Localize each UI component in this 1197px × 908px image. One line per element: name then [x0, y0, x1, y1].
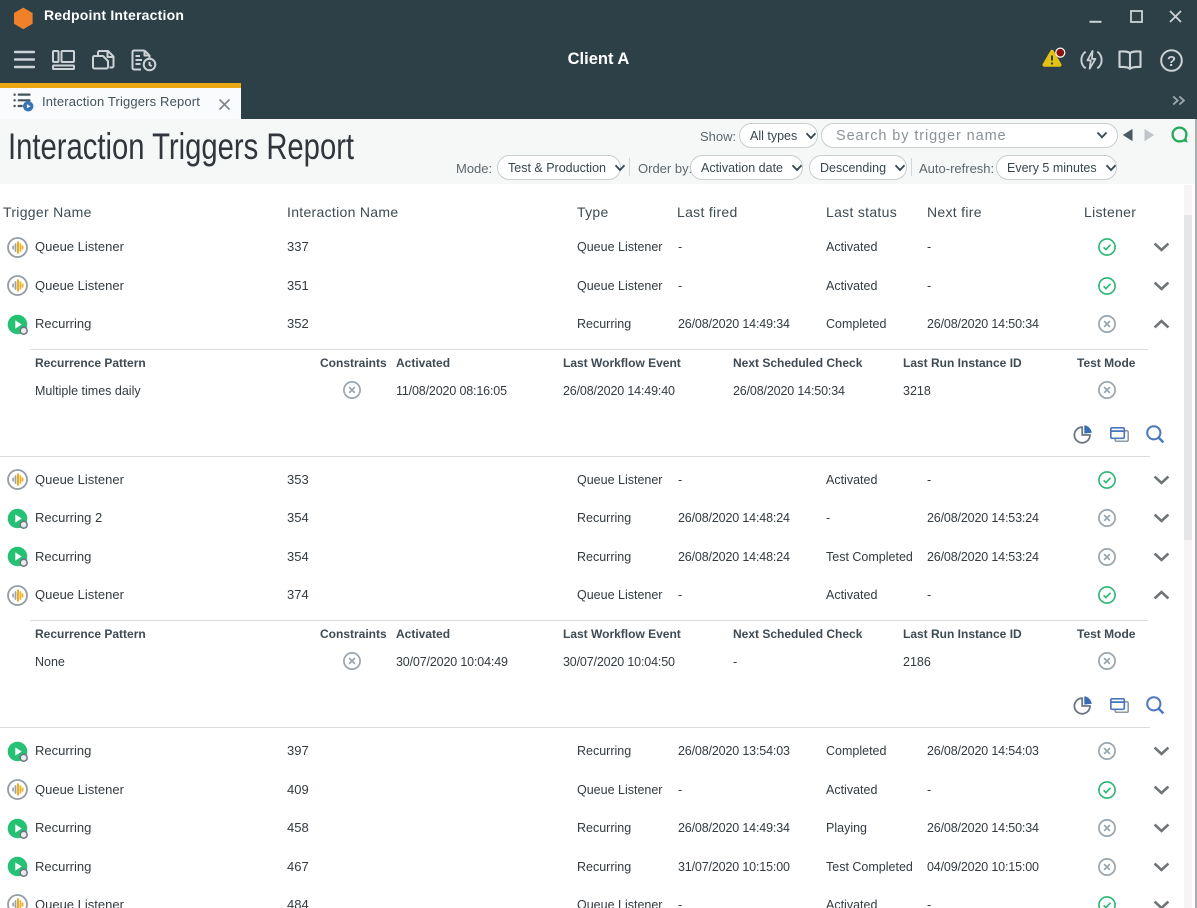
svg-text:?: ?	[1167, 53, 1176, 70]
